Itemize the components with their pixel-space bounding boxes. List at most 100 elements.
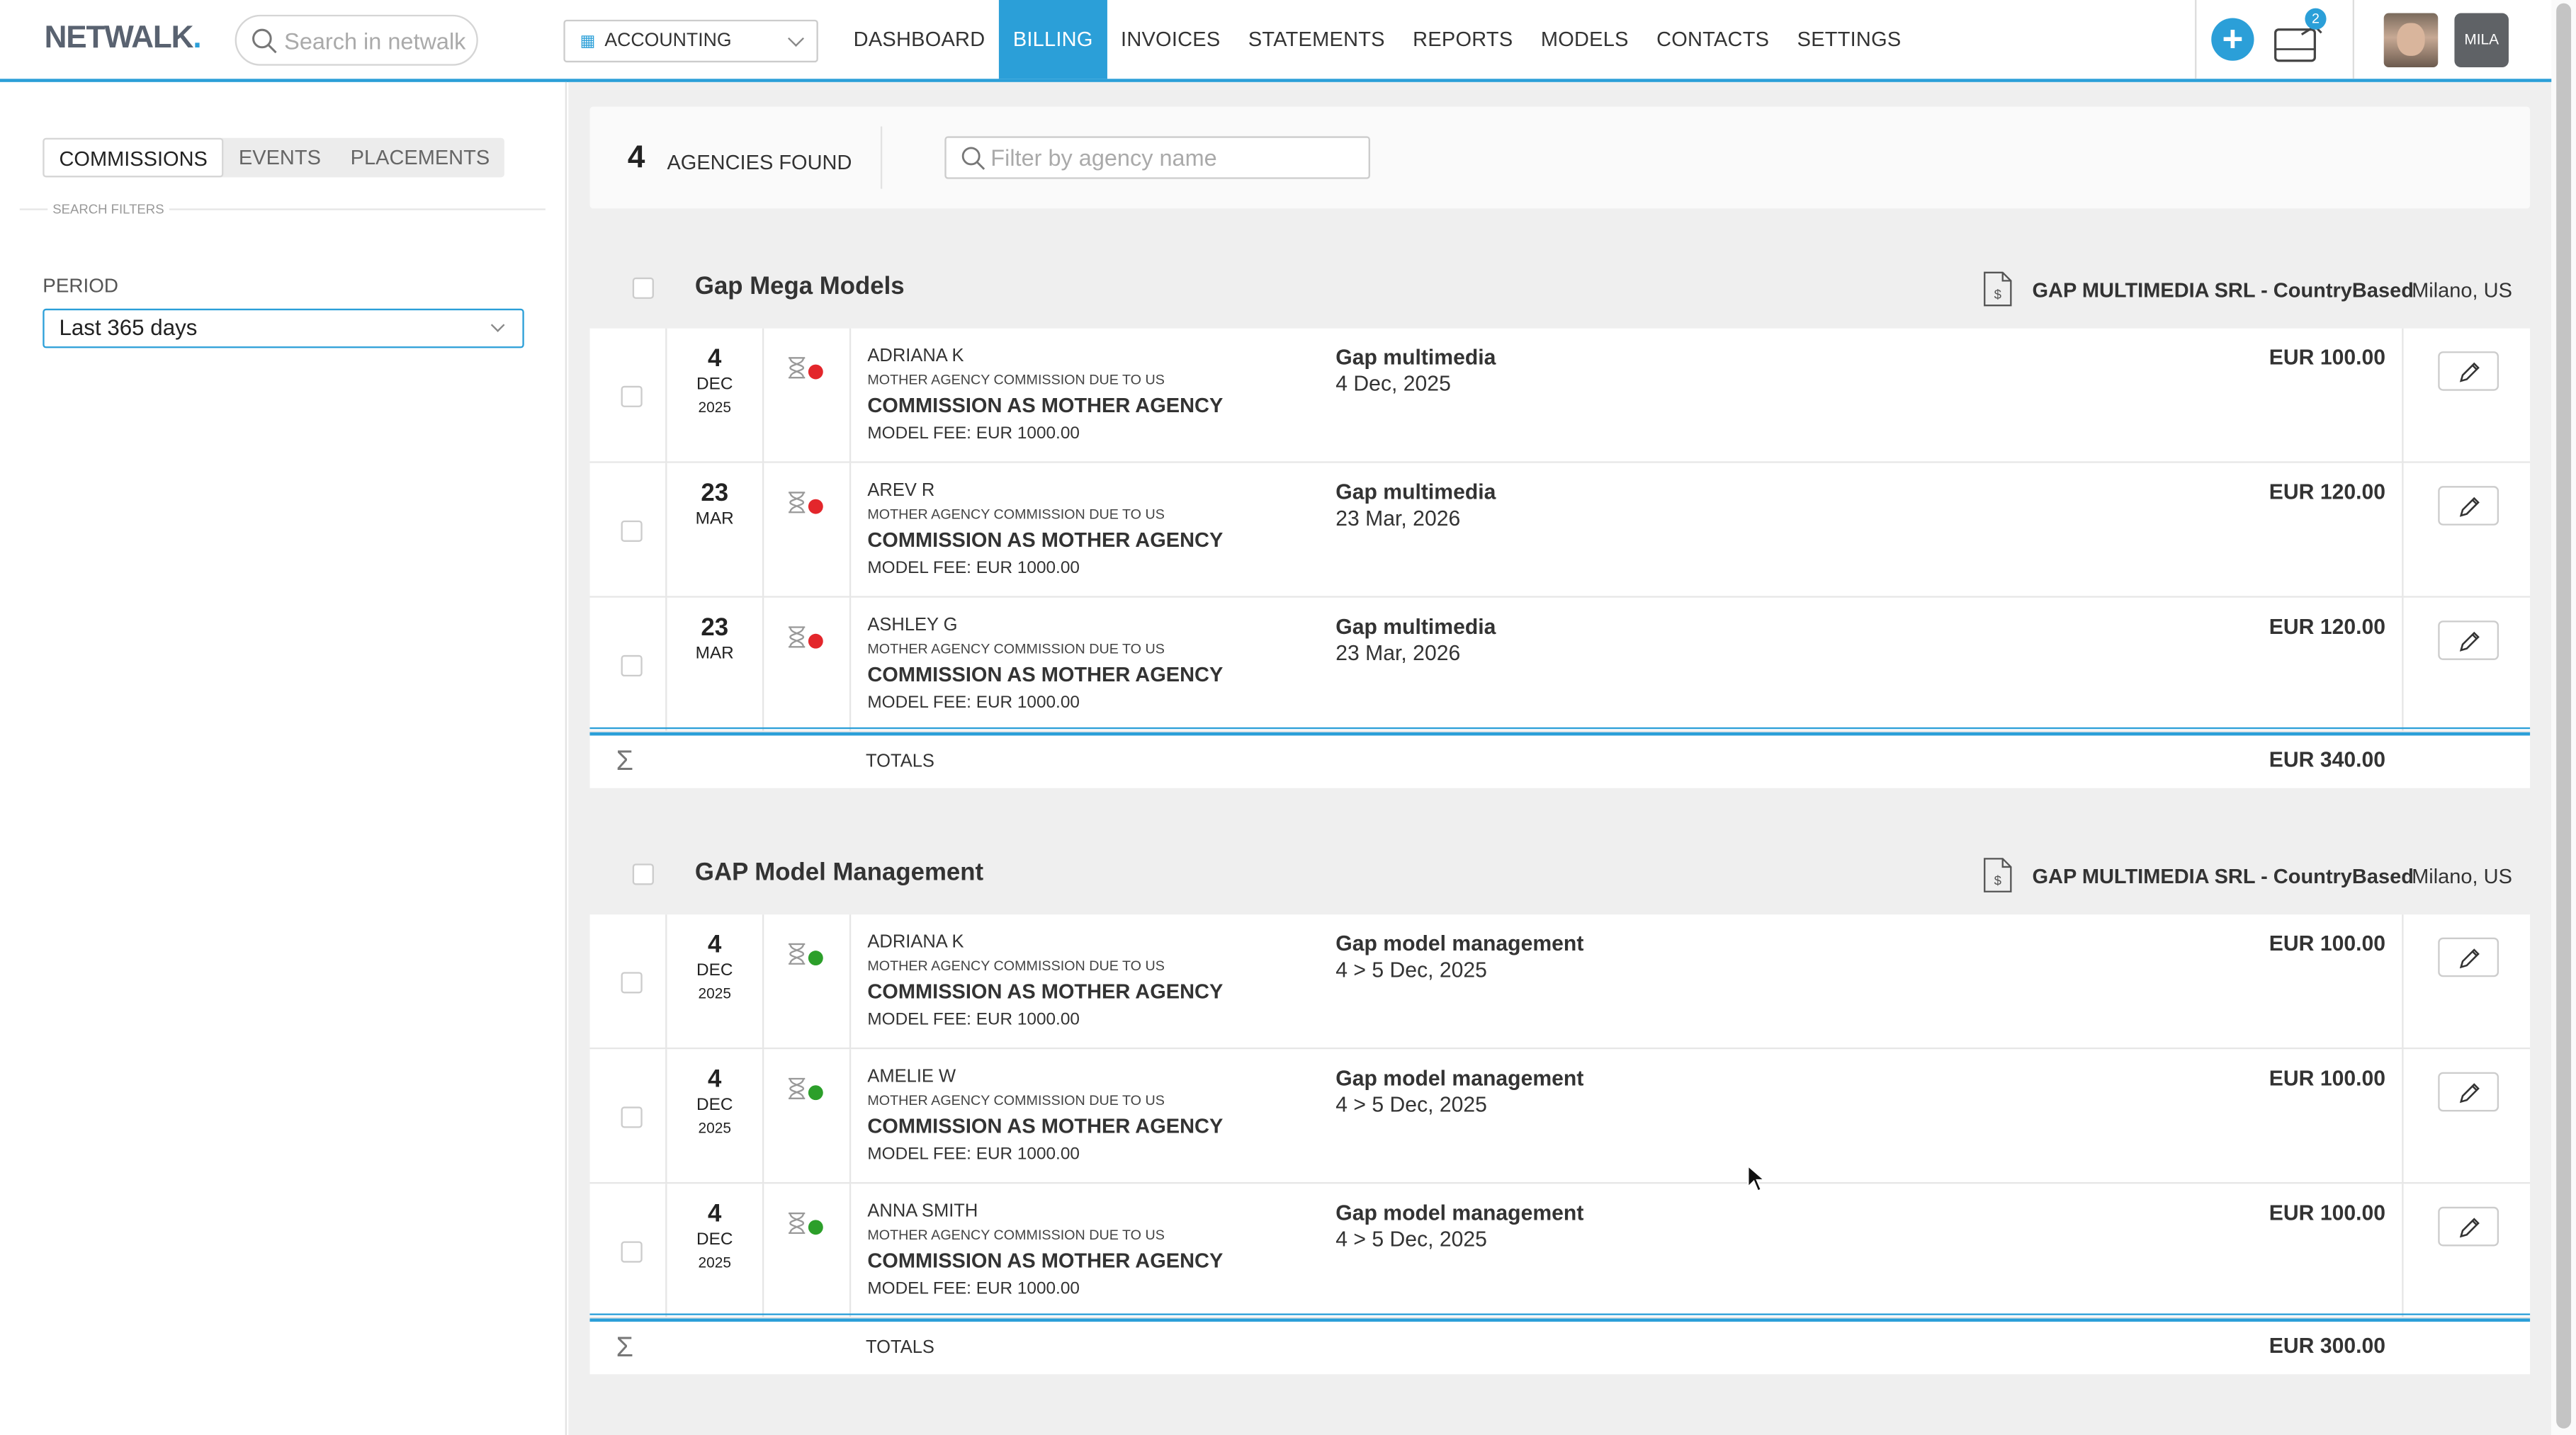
sigma-icon: Σ xyxy=(616,1331,633,1363)
agency-name[interactable]: Gap Mega Models xyxy=(695,273,905,300)
commission-row[interactable]: 4 DEC 2025 ADRIANA K MOTHER AGENCY COMMISS… xyxy=(589,328,2531,463)
model-fee: MODEL FEE: EUR 1000.00 xyxy=(867,558,1080,578)
commission-row[interactable]: 23 MAR ASHLEY G MOTHER AGENCY COMMISSION … xyxy=(589,597,2531,732)
building-icon: ▦ xyxy=(580,33,596,51)
billing-tabs: COMMISSIONS EVENTS PLACEMENTS xyxy=(43,137,505,178)
commission-row[interactable]: 23 MAR AREV R MOTHER AGENCY COMMISSION DU… xyxy=(589,463,2531,598)
row-checkbox[interactable] xyxy=(621,972,643,994)
user-initials-avatar[interactable]: MILA xyxy=(2454,13,2509,68)
page-scrollbar[interactable] xyxy=(2551,0,2576,1435)
row-day: 23 xyxy=(701,613,729,642)
agency-select-checkbox[interactable] xyxy=(632,277,654,299)
agency-header: Gap Mega Models $ GAP MULTIMEDIA SRL - C… xyxy=(589,227,2530,329)
commission-amount: EUR 100.00 xyxy=(2269,1065,2386,1091)
netwalk-logo[interactable]: NETWALK. xyxy=(45,21,202,57)
user-avatar[interactable] xyxy=(2383,13,2439,68)
model-name[interactable]: ADRIANA K xyxy=(867,346,964,366)
results-count: 4 xyxy=(627,141,645,176)
model-fee: MODEL FEE: EUR 1000.00 xyxy=(867,424,1080,443)
nav-reports[interactable]: REPORTS xyxy=(1399,0,1527,79)
model-name[interactable]: ASHLEY G xyxy=(867,616,957,635)
nav-models[interactable]: MODELS xyxy=(1527,0,1642,79)
row-month: DEC xyxy=(696,1095,733,1115)
avatar-face xyxy=(2397,23,2425,56)
job-name[interactable]: Gap multimedia xyxy=(1335,614,1496,639)
totals-row: Σ TOTALS EUR 300.00 xyxy=(589,1313,2531,1375)
app-root: NETWALK. Search in netwalk ▦ ACCOUNTING … xyxy=(0,0,2576,1435)
hourglass-icon xyxy=(789,626,806,648)
period-label: PERIOD xyxy=(43,274,118,297)
commission-subtitle: MOTHER AGENCY COMMISSION DUE TO US xyxy=(867,505,1165,523)
nav-contacts[interactable]: CONTACTS xyxy=(1642,0,1783,79)
status-dot-red xyxy=(808,364,823,380)
tab-events[interactable]: EVENTS xyxy=(224,138,336,178)
model-name[interactable]: ANNA SMITH xyxy=(867,1202,978,1222)
row-month: MAR xyxy=(695,643,734,664)
pencil-icon xyxy=(2459,497,2480,517)
row-checkbox[interactable] xyxy=(621,1241,643,1263)
status-dot-red xyxy=(808,499,823,514)
agency-select-checkbox[interactable] xyxy=(632,863,654,885)
scrollbar-thumb[interactable] xyxy=(2556,3,2572,1429)
edit-button[interactable] xyxy=(2438,1072,2499,1112)
row-year: 2025 xyxy=(698,1254,731,1271)
job-name[interactable]: Gap model management xyxy=(1335,1065,1583,1090)
pencil-icon xyxy=(2459,1218,2480,1238)
hourglass-icon xyxy=(789,1212,806,1235)
model-name[interactable]: ADRIANA K xyxy=(867,933,964,953)
job-date: 4 > 5 Dec, 2025 xyxy=(1335,957,1487,982)
nav-settings[interactable]: SETTINGS xyxy=(1783,0,1915,79)
edit-button[interactable] xyxy=(2438,937,2499,977)
job-name[interactable]: Gap multimedia xyxy=(1335,480,1496,504)
commission-subtitle: MOTHER AGENCY COMMISSION DUE TO US xyxy=(867,370,1165,388)
plus-icon: + xyxy=(2222,18,2244,59)
hourglass-icon xyxy=(789,357,806,379)
job-name[interactable]: Gap model management xyxy=(1335,931,1583,955)
results-label: AGENCIES FOUND xyxy=(667,151,852,174)
commission-row[interactable]: 4 DEC 2025 ANNA SMITH MOTHER AGENCY COMMIS… xyxy=(589,1184,2531,1319)
nav-invoices[interactable]: INVOICES xyxy=(1107,0,1234,79)
job-date: 23 Mar, 2026 xyxy=(1335,640,1461,665)
agency-company: GAP MULTIMEDIA SRL - CountryBased xyxy=(2032,865,2414,889)
commission-row[interactable]: 4 DEC 2025 AMELIE W MOTHER AGENCY COMMISSI… xyxy=(589,1049,2531,1184)
row-checkbox[interactable] xyxy=(621,654,643,677)
job-name[interactable]: Gap multimedia xyxy=(1335,345,1496,370)
agency-company: GAP MULTIMEDIA SRL - CountryBased xyxy=(2032,279,2414,302)
job-name[interactable]: Gap model management xyxy=(1335,1201,1583,1225)
row-year: 2025 xyxy=(698,985,731,1002)
row-checkbox[interactable] xyxy=(621,1106,643,1128)
commission-type: COMMISSION AS MOTHER AGENCY xyxy=(867,663,1224,686)
agency-filter-input[interactable]: Filter by agency name xyxy=(944,136,1370,179)
nav-statements[interactable]: STATEMENTS xyxy=(1234,0,1399,79)
global-search[interactable]: Search in netwalk xyxy=(235,14,478,66)
model-name[interactable]: AREV R xyxy=(867,481,934,501)
period-select[interactable]: Last 365 days xyxy=(43,308,524,348)
row-checkbox[interactable] xyxy=(621,385,643,407)
commission-amount: EUR 100.00 xyxy=(2269,1200,2386,1225)
row-day: 4 xyxy=(708,1200,722,1228)
commission-subtitle: MOTHER AGENCY COMMISSION DUE TO US xyxy=(867,640,1165,657)
edit-button[interactable] xyxy=(2438,486,2499,526)
tab-commissions[interactable]: COMMISSIONS xyxy=(43,137,225,178)
svg-text:$: $ xyxy=(1994,287,2001,302)
notification-badge: 2 xyxy=(2305,8,2327,30)
add-button[interactable]: + xyxy=(2211,18,2254,61)
top-divider xyxy=(2352,0,2354,79)
department-select[interactable]: ▦ ACCOUNTING xyxy=(563,19,818,63)
hourglass-icon xyxy=(789,1077,806,1099)
agency-name[interactable]: GAP Model Management xyxy=(695,858,983,886)
edit-button[interactable] xyxy=(2438,1206,2499,1247)
nav-dashboard[interactable]: DASHBOARD xyxy=(840,0,999,79)
model-name[interactable]: AMELIE W xyxy=(867,1067,956,1087)
totals-label: TOTALS xyxy=(866,751,934,772)
agency-filter-placeholder: Filter by agency name xyxy=(990,144,1217,171)
nav-billing[interactable]: BILLING xyxy=(999,0,1107,79)
chevron-down-icon xyxy=(788,30,804,47)
commission-row[interactable]: 4 DEC 2025 ADRIANA K MOTHER AGENCY COMMISS… xyxy=(589,914,2531,1050)
tab-placements[interactable]: PLACEMENTS xyxy=(336,138,504,178)
edit-button[interactable] xyxy=(2438,351,2499,391)
svg-text:$: $ xyxy=(1994,873,2001,887)
notifications-button[interactable]: 2 xyxy=(2273,8,2327,64)
row-checkbox[interactable] xyxy=(621,520,643,542)
edit-button[interactable] xyxy=(2438,620,2499,660)
